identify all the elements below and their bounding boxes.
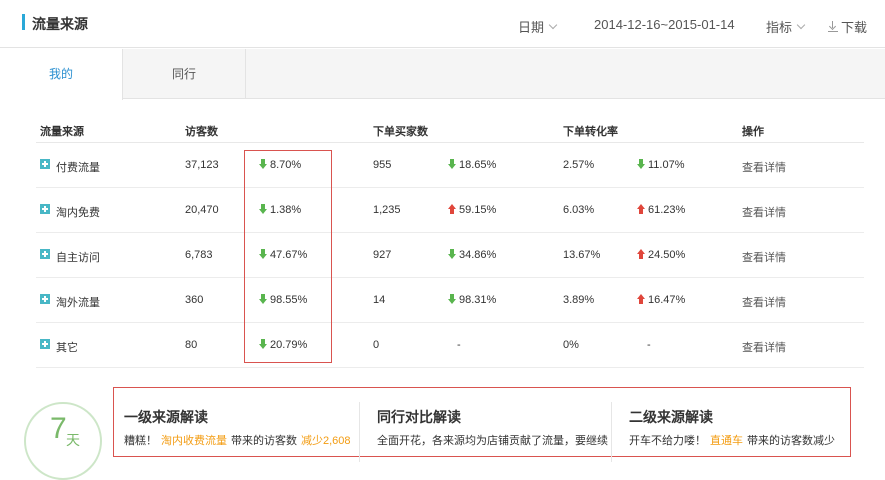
arrow-up-icon — [448, 204, 456, 214]
view-details-link[interactable]: 查看详情 — [742, 204, 786, 220]
table-row: 付费流量 37,123 8.70% 955 18.65% 2.57% 11.07% 查看详情 — [36, 143, 864, 188]
buyers-value: 0 — [373, 339, 380, 351]
source-name: 淘内免费 — [56, 207, 100, 219]
table-row: 淘外流量 360 98.55% 14 98.31% 3.89% 16.47% 查看详情 — [36, 278, 864, 323]
period-unit: 天 — [66, 432, 80, 448]
arrow-down-icon — [448, 249, 456, 259]
divider — [359, 402, 360, 462]
arrow-up-icon — [637, 294, 645, 304]
arrow-down-icon — [448, 294, 456, 304]
conversion-change: 11.07% — [648, 159, 685, 171]
buyers-value: 1,235 — [373, 204, 401, 216]
buyers-value: 955 — [373, 159, 392, 171]
metric-label: 指标 — [766, 20, 793, 35]
visitors-value: 6,783 — [185, 249, 213, 261]
view-details-link[interactable]: 查看详情 — [742, 294, 786, 310]
table-row: 自主访问 6,783 47.67% 927 34.86% 13.67% 24.50% 查看详情 — [36, 233, 864, 278]
insight-text: 开车不给力喽！ 直通车 带来的访客数减少 — [629, 432, 835, 448]
conversion-change: 16.47% — [648, 294, 686, 306]
buyers-change: 98.31% — [459, 294, 497, 306]
table-row: 淘内免费 20,470 1.38% 1,235 59.15% 6.03% 61.23% 查看详… — [36, 188, 864, 233]
buyers-change: 34.86% — [459, 249, 497, 261]
arrow-up-icon — [637, 249, 645, 259]
divider — [611, 402, 612, 462]
visitors-value: 360 — [185, 294, 204, 306]
period-number: 7 — [50, 412, 67, 445]
date-label: 日期 — [518, 20, 545, 35]
page-title: 流量来源 — [32, 16, 88, 32]
source-name: 淘外流量 — [56, 297, 100, 309]
buyers-value: 14 — [373, 294, 386, 306]
highlight-text: 减少2,608 — [301, 435, 351, 447]
buyers-change: 59.15% — [459, 204, 497, 216]
buyers-change: 18.65% — [459, 159, 497, 171]
view-details-link[interactable]: 查看详情 — [742, 249, 786, 265]
title-accent-bar — [22, 14, 25, 30]
arrow-up-icon — [637, 204, 645, 214]
date-selector[interactable]: 日期 — [518, 17, 558, 36]
table-row: 其它 80 20.79% 0-0% - 查看详情 — [36, 323, 864, 368]
header-conversion: 下单转化率 — [563, 126, 618, 138]
conversion-change: - — [647, 339, 651, 351]
conversion-value: 2.57% — [563, 159, 595, 171]
expand-plus-icon[interactable] — [40, 204, 50, 214]
chevron-down-icon — [796, 20, 806, 29]
download-button[interactable]: 下载 — [828, 17, 867, 36]
chevron-down-icon — [548, 20, 558, 29]
conversion-value: 13.67% — [563, 249, 601, 261]
buyers-value: 927 — [373, 249, 392, 261]
table-header: 流量来源 访客数 下单买家数 下单转化率 操作 — [36, 116, 864, 143]
conversion-value: 0% — [563, 339, 579, 351]
conversion-value: 3.89% — [563, 294, 595, 306]
header-action: 操作 — [742, 126, 764, 138]
tab-bar: 我的 同行 — [0, 49, 885, 100]
conversion-change: 24.50% — [648, 249, 686, 261]
download-label: 下载 — [841, 20, 868, 35]
header-buyers: 下单买家数 — [373, 126, 428, 138]
insight-text: 全面开花，各来源均为店铺贡献了流量，要继续 — [377, 432, 608, 448]
insight-text-part: 带来的访客数减少 — [747, 435, 835, 447]
visitors-change-highlight-box — [244, 150, 332, 363]
page-header: 流量来源 日期 2014-12-16~2015-01-14 指标 下载 — [0, 0, 885, 48]
visitors-value: 80 — [185, 339, 198, 351]
download-icon — [828, 21, 838, 32]
expand-plus-icon[interactable] — [40, 159, 50, 169]
source-name: 付费流量 — [56, 162, 100, 174]
header-visitors: 访客数 — [185, 126, 218, 138]
source-name: 其它 — [56, 342, 78, 354]
insight-title: 同行对比解读 — [377, 409, 461, 425]
traffic-source-table: 流量来源 访客数 下单买家数 下单转化率 操作 付费流量 37,123 8.70% 9… — [36, 116, 864, 368]
date-range-text[interactable]: 2014-12-16~2015-01-14 — [594, 17, 735, 32]
view-details-link[interactable]: 查看详情 — [742, 159, 786, 175]
highlight-text: 直通车 — [710, 435, 743, 447]
insight-title: 一级来源解读 — [124, 409, 208, 425]
visitors-value: 37,123 — [185, 159, 219, 171]
arrow-down-icon — [448, 159, 456, 169]
tab-mine[interactable]: 我的 — [0, 49, 123, 100]
insight-text-part: 糟糕！ — [124, 435, 157, 447]
insight-text-part: 带来的访客数 — [231, 435, 297, 447]
insight-text: 糟糕！ 淘内收费流量 带来的访客数 减少2,608 — [124, 432, 355, 448]
expand-plus-icon[interactable] — [40, 249, 50, 259]
buyers-change: - — [457, 339, 461, 351]
expand-plus-icon[interactable] — [40, 294, 50, 304]
expand-plus-icon[interactable] — [40, 339, 50, 349]
insight-title: 二级来源解读 — [629, 409, 713, 425]
visitors-value: 20,470 — [185, 204, 219, 216]
source-name: 自主访问 — [56, 252, 100, 264]
date-range-value: 2014-12-16~2015-01-14 — [594, 17, 735, 32]
arrow-down-icon — [637, 159, 645, 169]
highlight-text: 淘内收费流量 — [161, 435, 227, 447]
conversion-value: 6.03% — [563, 204, 595, 216]
conversion-change: 61.23% — [648, 204, 686, 216]
insight-text-part: 开车不给力喽！ — [629, 435, 706, 447]
metric-selector[interactable]: 指标 — [766, 17, 806, 36]
header-source: 流量来源 — [40, 126, 84, 138]
view-details-link[interactable]: 查看详情 — [742, 339, 786, 355]
tab-peers[interactable]: 同行 — [123, 49, 246, 99]
insight-text-part: 全面开花，各来源均为店铺贡献了流量，要继续 — [377, 435, 608, 447]
